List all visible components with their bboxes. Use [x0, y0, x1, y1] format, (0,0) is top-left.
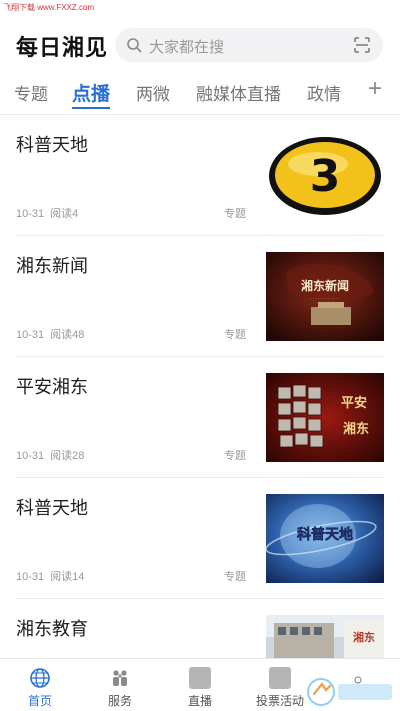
list-item[interactable]: 湘东教育 湘东 [16, 599, 384, 658]
thumb-text: 湘东 [353, 630, 375, 644]
item-read-count: 阅读4 [50, 208, 79, 220]
news-program-thumbnail: 湘东新闻 · · · · · · · · · · · · [266, 252, 384, 341]
search-input[interactable]: 大家都在搜 [115, 28, 383, 62]
list-item[interactable]: 湘东新闻 10-31 阅读48 专题 湘东新闻 · · · · · · · · ·… [16, 236, 384, 357]
thumb-text: 科普天地 [297, 526, 353, 543]
placeholder-icon [269, 667, 291, 689]
list-item[interactable]: 科普天地 10-31 阅读14 专题 科普天地 [16, 478, 384, 599]
item-tag: 专题 [224, 208, 246, 220]
item-read-count: 阅读14 [50, 571, 85, 583]
list-item[interactable]: 科普天地 10-31 阅读4 专题 3 [16, 115, 384, 236]
tabbar-label: 服务 [107, 694, 132, 708]
svg-text:湘东: 湘东 [343, 421, 369, 437]
people-icon [113, 670, 127, 686]
item-read-count: 阅读48 [50, 329, 85, 341]
item-date: 10-31 [16, 329, 45, 341]
watermark-text: 飞翔下载 www.FXXZ.com [3, 3, 95, 12]
item-title: 湘东新闻 [16, 256, 88, 276]
item-tag: 专题 [224, 571, 246, 583]
search-placeholder: 大家都在搜 [149, 39, 225, 56]
svg-text:· · · · · · · · · · · ·: · · · · · · · · · · · · [310, 296, 339, 301]
globe-icon [30, 668, 50, 688]
placeholder-icon [189, 667, 211, 689]
tab-dianbo[interactable]: 点播 [72, 79, 110, 106]
active-tab-indicator [72, 107, 110, 109]
item-tag: 专题 [224, 450, 246, 462]
item-title: 科普天地 [16, 135, 88, 155]
header: 每日湘见 大家都在搜 [0, 26, 400, 66]
tab-rongmeiti-zhibo[interactable]: 融媒体直播 [196, 80, 281, 105]
item-meta: 10-31 阅读28 [16, 447, 90, 463]
item-read-count: 阅读28 [50, 450, 85, 462]
feed-list: 科普天地 10-31 阅读4 专题 3 湘东新闻 10-31 阅读48 专题 湘… [0, 115, 400, 658]
item-title: 科普天地 [16, 498, 88, 518]
item-date: 10-31 [16, 571, 45, 583]
scan-icon[interactable] [353, 36, 371, 54]
safety-program-thumbnail: 平安 湘东 [266, 373, 384, 462]
tab-zhengqing[interactable]: 政情 [307, 80, 341, 105]
tabbar-label: 直播 [187, 694, 212, 708]
tabbar-item-service[interactable]: 服务 [80, 659, 160, 711]
tabbar-item-home[interactable]: 首页 [0, 659, 80, 711]
site-logo-watermark [307, 676, 392, 706]
item-tag: 专题 [224, 329, 246, 341]
tab-liangwei[interactable]: 两微 [136, 80, 170, 105]
item-title: 湘东教育 [16, 619, 88, 639]
svg-text:平安: 平安 [341, 395, 367, 411]
tabbar-item-live[interactable]: 直播 [160, 659, 240, 711]
tab-zhuanti[interactable]: 专题 [14, 80, 48, 105]
science-program-thumbnail: 科普天地 [266, 494, 384, 583]
category-tabs: 专题 点播 两微 融媒体直播 政情 + [0, 74, 400, 110]
tabbar-label: 首页 [27, 694, 52, 708]
item-meta: 10-31 阅读4 [16, 205, 84, 221]
svg-text:3: 3 [310, 151, 341, 202]
thumb-text: 湘东新闻 [301, 278, 349, 293]
number-3-icon: 3 [266, 131, 384, 220]
app-title: 每日湘见 [16, 35, 109, 60]
item-date: 10-31 [16, 450, 45, 462]
add-tab-plus-icon[interactable]: + [368, 77, 382, 101]
item-meta: 10-31 阅读14 [16, 568, 90, 584]
list-item[interactable]: 平安湘东 10-31 阅读28 专题 平安 湘东 [16, 357, 384, 478]
search-icon [127, 38, 142, 53]
item-title: 平安湘东 [16, 377, 88, 397]
item-date: 10-31 [16, 208, 45, 220]
education-program-thumbnail: 湘东 [266, 615, 384, 658]
item-meta: 10-31 阅读48 [16, 326, 90, 342]
